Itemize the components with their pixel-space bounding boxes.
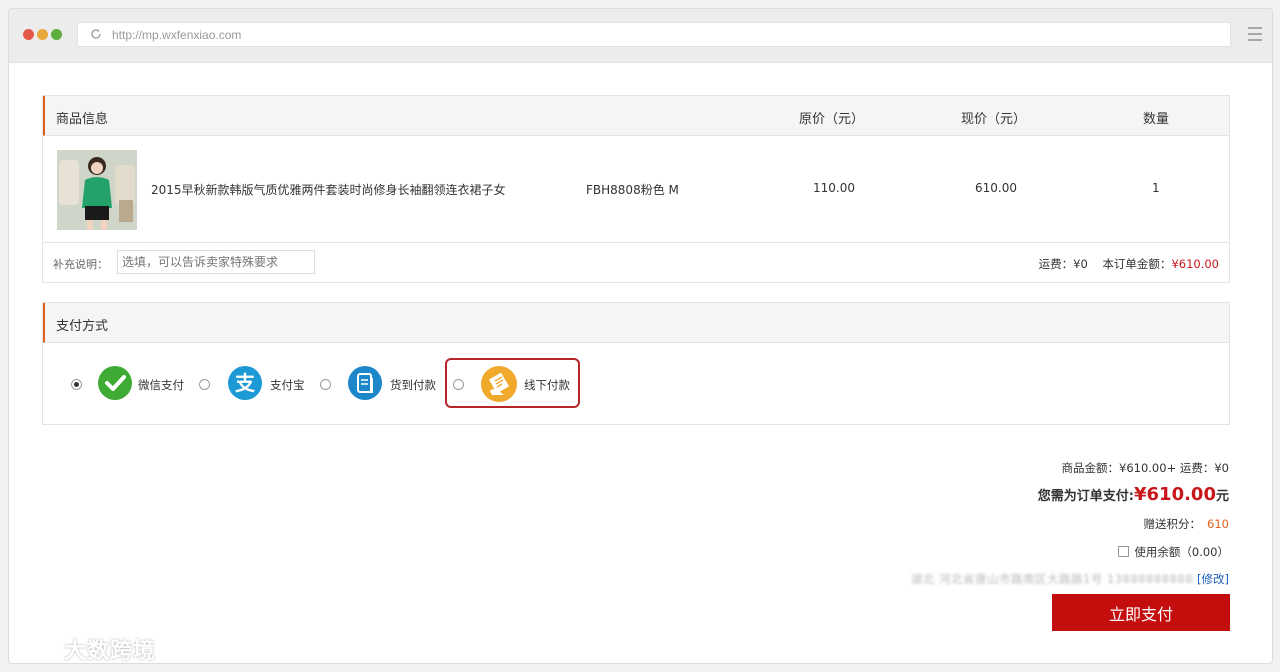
product-row: 2015早秋新款韩版气质优雅两件套装时尚修身长袖翻领连衣裙子女 FBH8808粉… bbox=[43, 136, 1229, 243]
order-totals: 运费：¥0 本订单金额：¥610.00 bbox=[1039, 256, 1219, 272]
note-input[interactable] bbox=[117, 250, 315, 274]
pay-amount-line: 您需为订单支付:¥610.00元 bbox=[1038, 484, 1229, 505]
header-product-info: 商品信息 bbox=[56, 112, 109, 127]
note-label: 补充说明： bbox=[53, 258, 108, 271]
payment-options: 微信支付 支 支付宝 货到付款 线下付款 bbox=[43, 343, 1229, 424]
product-quantity: 1 bbox=[1152, 181, 1160, 195]
note-row: 补充说明： 运费：¥0 本订单金额：¥610.00 bbox=[43, 243, 1229, 282]
cash-on-delivery-radio[interactable] bbox=[320, 379, 331, 390]
pay-amount-label: 您需为订单支付: bbox=[1037, 489, 1134, 504]
product-sku: FBH8808粉色 M bbox=[586, 183, 679, 197]
alipay-label[interactable]: 支付宝 bbox=[270, 377, 305, 393]
use-balance-checkbox[interactable] bbox=[1118, 546, 1130, 557]
product-table-header: 商品信息 原价（元） 现价（元） 数量 bbox=[43, 96, 1229, 136]
goods-amount-line: 商品金额：¥610.00+ 运费：¥0 bbox=[1061, 461, 1229, 475]
points-label: 赠送积分： bbox=[1143, 517, 1202, 531]
product-current-price: 610.00 bbox=[975, 181, 1017, 195]
payment-method-header: 支付方式 bbox=[43, 303, 1229, 343]
wechat-pay-icon[interactable] bbox=[97, 365, 133, 401]
product-original-price: 110.00 bbox=[813, 181, 855, 195]
payment-method-panel: 支付方式 微信支付 支 支付宝 货到付款 线下付款 bbox=[42, 302, 1230, 425]
offline-payment-icon[interactable] bbox=[480, 365, 518, 403]
bonus-points-line: 赠送积分： 610 bbox=[1144, 516, 1229, 532]
reload-icon[interactable] bbox=[90, 28, 102, 40]
header-current-price: 现价（元） bbox=[961, 112, 1027, 127]
use-balance-line[interactable]: 使用余额（0.00） bbox=[1118, 544, 1229, 560]
use-balance-label[interactable]: 使用余额（0.00） bbox=[1134, 545, 1229, 559]
payment-method-title: 支付方式 bbox=[56, 319, 109, 334]
points-value: 610 bbox=[1207, 517, 1229, 531]
watermark-logo-icon bbox=[12, 639, 56, 658]
shipping-address: 湖北 河北省唐山市路南区大路路1号 13888888888 bbox=[910, 572, 1194, 586]
header-original-price: 原价（元） bbox=[799, 112, 865, 127]
minimize-window-icon[interactable] bbox=[37, 29, 48, 40]
product-thumbnail[interactable] bbox=[57, 150, 137, 230]
watermark-text: 大数跨境 bbox=[64, 639, 157, 664]
product-info-panel: 商品信息 原价（元） 现价（元） 数量 2015早秋新款韩版气质优雅两件套装时尚… bbox=[42, 95, 1230, 283]
edit-address-link[interactable]: [修改] bbox=[1197, 572, 1229, 586]
browser-toolbar: http://mp.wxfenxiao.com bbox=[9, 9, 1272, 63]
order-total-value: ¥610.00 bbox=[1171, 257, 1219, 271]
pay-amount-value: ¥610.00 bbox=[1134, 484, 1216, 505]
cash-on-delivery-icon[interactable] bbox=[347, 365, 383, 401]
svg-text:支: 支 bbox=[235, 371, 256, 395]
shipping-address-line: 湖北 河北省唐山市路南区大路路1号 13888888888 [修改] bbox=[911, 571, 1229, 587]
watermark: 大数跨境 bbox=[10, 634, 156, 664]
product-title[interactable]: 2015早秋新款韩版气质优雅两件套装时尚修身长袖翻领连衣裙子女 bbox=[151, 181, 506, 198]
alipay-radio[interactable] bbox=[199, 379, 210, 390]
maximize-window-icon[interactable] bbox=[51, 29, 62, 40]
browser-menu-icon[interactable] bbox=[1248, 27, 1262, 41]
pay-now-button[interactable]: 立即支付 bbox=[1052, 594, 1230, 631]
wechat-pay-radio[interactable] bbox=[71, 379, 82, 390]
close-window-icon[interactable] bbox=[23, 29, 34, 40]
header-quantity: 数量 bbox=[1143, 112, 1170, 127]
browser-window: http://mp.wxfenxiao.com 商品信息 原价（元） 现价（元）… bbox=[8, 8, 1273, 664]
cash-on-delivery-label[interactable]: 货到付款 bbox=[390, 377, 436, 393]
address-bar[interactable]: http://mp.wxfenxiao.com bbox=[77, 22, 1231, 47]
alipay-icon[interactable]: 支 bbox=[227, 365, 263, 401]
shipping-label: 运费： bbox=[1038, 257, 1074, 271]
order-total-label: 本订单金额： bbox=[1102, 257, 1172, 271]
wechat-pay-label[interactable]: 微信支付 bbox=[138, 377, 184, 393]
pay-amount-unit: 元 bbox=[1215, 489, 1229, 504]
url-text[interactable]: http://mp.wxfenxiao.com bbox=[112, 28, 241, 42]
offline-payment-label[interactable]: 线下付款 bbox=[524, 377, 570, 393]
shipping-value: ¥0 bbox=[1073, 257, 1088, 271]
offline-payment-radio[interactable] bbox=[453, 379, 464, 390]
